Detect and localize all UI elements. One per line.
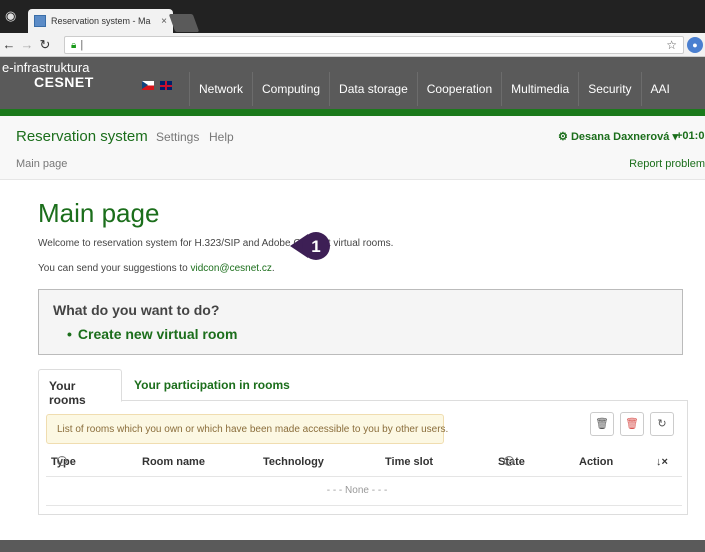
nav-cooperation[interactable]: Cooperation — [416, 72, 501, 106]
browser-tab-strip: ◉ Reservation system - Ma × — [0, 0, 705, 33]
create-room-link[interactable]: • Create new virtual room — [67, 326, 237, 342]
czech-flag-icon[interactable] — [142, 81, 154, 90]
english-flag-icon[interactable] — [160, 81, 172, 90]
delete-all-button[interactable]: 🗑︎ — [620, 412, 644, 436]
rooms-table-header: Type i Room name Technology Time slot Sta… — [51, 456, 679, 474]
table-bottom-divider — [46, 505, 682, 506]
page-footer — [0, 540, 705, 552]
what-to-do-box: What do you want to do? • Create new virt… — [38, 289, 683, 355]
email-link[interactable]: vidcon@cesnet.cz — [191, 263, 272, 274]
suggestions-text: You can send your suggestions to vidcon@… — [38, 263, 275, 274]
gear-icon: ⚙ — [558, 131, 568, 143]
logo-line-1: e-infrastruktura — [2, 60, 90, 75]
tab-your-rooms[interactable]: Your rooms — [38, 369, 122, 407]
callout-number: 1 — [311, 237, 320, 256]
lock-icon: 🔒︎ — [71, 39, 77, 51]
user-name: Desana Daxnerová — [570, 131, 670, 143]
timezone[interactable]: +01:00 — [676, 130, 705, 142]
favicon-icon — [34, 15, 46, 27]
nav-data-storage[interactable]: Data storage — [329, 72, 417, 106]
url-text: | — [80, 39, 84, 51]
empty-rooms-text: - - - None - - - — [326, 485, 388, 496]
url-input[interactable]: 🔒︎ | ☆ — [64, 36, 684, 54]
language-switch — [142, 81, 172, 90]
top-nav: Network Computing Data storage Cooperati… — [189, 72, 679, 106]
create-room-label: Create new virtual room — [77, 326, 238, 342]
rooms-tabs: Your rooms Your participation in rooms — [38, 369, 688, 407]
extension-icon[interactable]: ● — [687, 37, 703, 53]
refresh-icon: ↻ — [657, 418, 667, 430]
nav-security[interactable]: Security — [578, 72, 640, 106]
help-link[interactable]: Help — [209, 130, 234, 144]
page-title: Main page — [38, 198, 160, 228]
sort-clear-icon[interactable]: ↓× — [656, 456, 668, 468]
bullet-icon: • — [67, 326, 72, 342]
app-title[interactable]: Reservation system — [16, 128, 148, 145]
bookmark-star-icon[interactable]: ☆ — [666, 38, 677, 52]
rooms-info-alert: List of rooms which you own or which hav… — [46, 414, 448, 444]
app-header: Reservation system Settings Help ⚙ Desan… — [0, 116, 705, 180]
nav-computing[interactable]: Computing — [252, 72, 329, 106]
tab-title: Reservation system - Ma — [51, 16, 151, 26]
reload-icon[interactable]: ↻ — [36, 37, 54, 53]
close-tab-icon[interactable]: × — [161, 16, 167, 27]
info-icon[interactable]: i — [57, 456, 67, 466]
forward-icon[interactable]: → — [18, 37, 36, 52]
welcome-text: Welcome to reservation system for H.323/… — [38, 238, 394, 249]
trash-red-icon: 🗑︎ — [625, 418, 639, 430]
browser-tab[interactable]: Reservation system - Ma × — [28, 9, 173, 33]
suggest-prefix: You can send your suggestions to — [38, 263, 191, 274]
cesnet-navbar: e-infrastruktura CESNET Network Computin… — [0, 57, 705, 109]
refresh-button[interactable]: ↻ — [650, 412, 674, 436]
new-tab-button[interactable] — [168, 14, 200, 32]
todo-title: What do you want to do? — [53, 302, 220, 318]
back-icon[interactable]: ← — [0, 37, 18, 52]
rooms-panel: List of rooms which you own or which hav… — [38, 401, 688, 515]
breadcrumb: Main page — [16, 158, 68, 170]
callout-marker: 1 — [290, 232, 330, 260]
report-problem-link[interactable]: Report problem — [629, 158, 705, 170]
cesnet-logo[interactable]: e-infrastruktura CESNET — [2, 60, 94, 90]
info-icon[interactable]: i — [504, 456, 514, 466]
col-technology[interactable]: Technology — [263, 456, 324, 468]
settings-link[interactable]: Settings — [156, 130, 199, 144]
tab-participation[interactable]: Your participation in rooms — [124, 369, 300, 402]
header-divider — [46, 476, 682, 477]
col-action: Action — [579, 456, 614, 468]
nav-aai[interactable]: AAI — [640, 72, 679, 106]
logo-line-2: CESNET — [34, 74, 94, 90]
incognito-icon: ◉ — [5, 8, 17, 23]
trash-icon: 🗑︎ — [595, 418, 609, 430]
col-room-name[interactable]: Room name — [142, 456, 205, 468]
col-time-slot[interactable]: Time slot — [385, 456, 433, 468]
nav-multimedia[interactable]: Multimedia — [501, 72, 578, 106]
nav-network[interactable]: Network — [189, 72, 252, 106]
green-divider — [0, 109, 705, 116]
suggest-suffix: . — [271, 263, 275, 274]
delete-selected-button[interactable]: 🗑︎ — [590, 412, 614, 436]
address-bar: ← → ↻ 🔒︎ | ☆ — [0, 33, 705, 57]
user-menu[interactable]: ⚙ Desana Daxnerová ▾ — [558, 130, 678, 143]
